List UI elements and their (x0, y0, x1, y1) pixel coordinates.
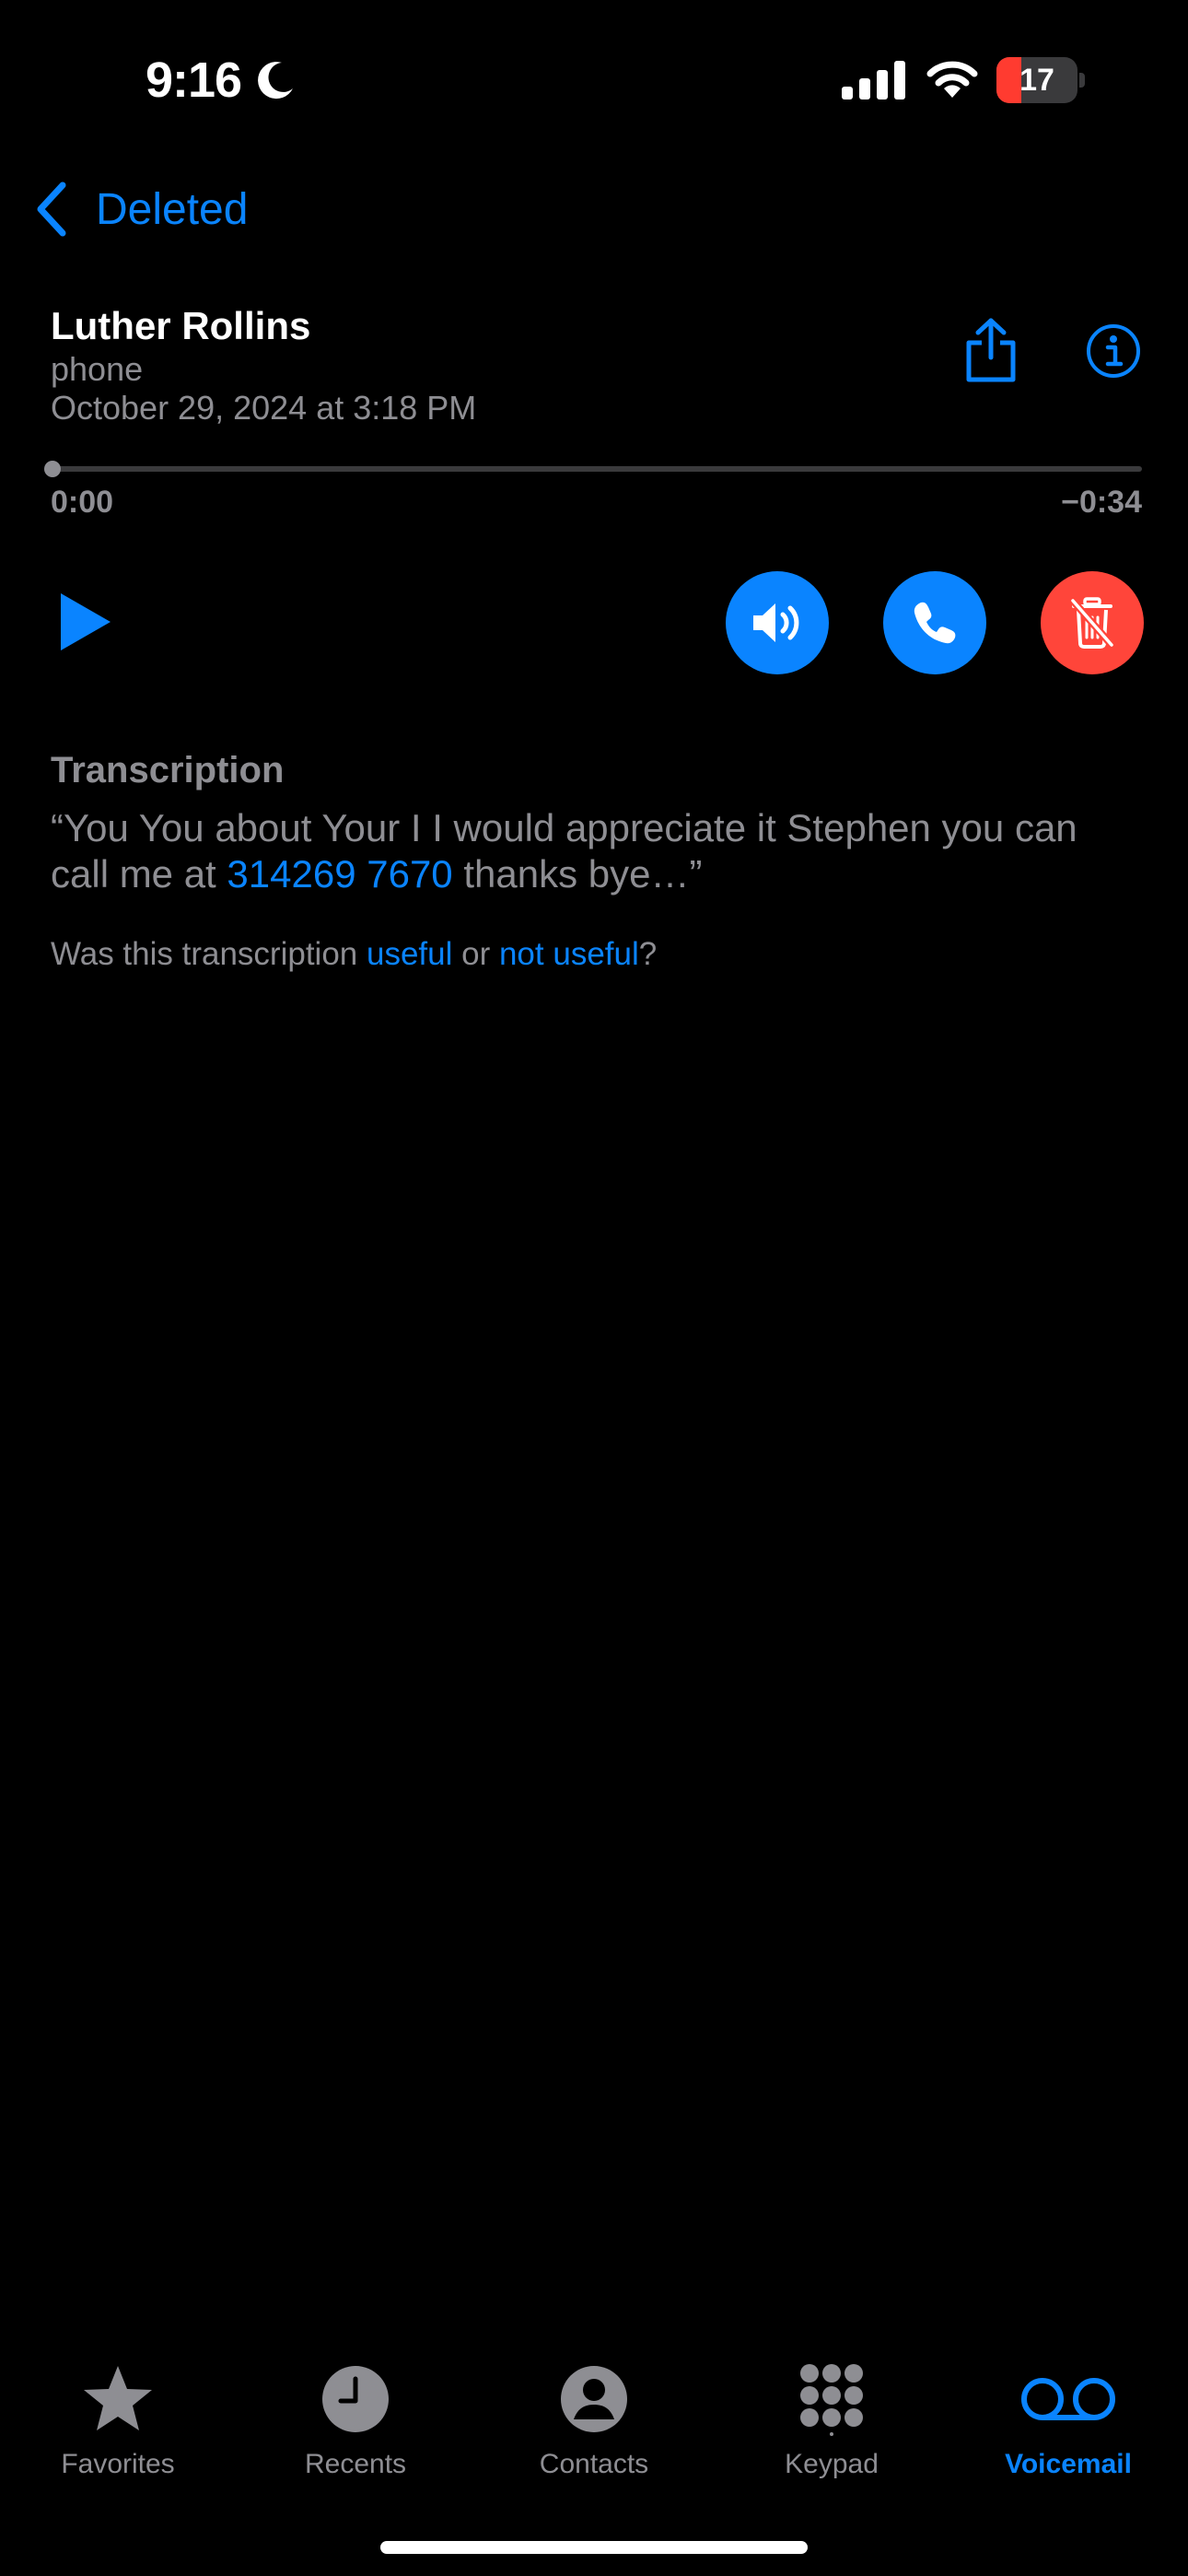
home-indicator[interactable] (380, 2541, 808, 2554)
feedback-useful-link[interactable]: useful (367, 936, 452, 972)
back-label: Deleted (96, 184, 249, 234)
tab-recents[interactable]: Recents (254, 2340, 457, 2480)
speaker-button[interactable] (726, 571, 829, 674)
battery-level: 17 (1019, 63, 1054, 98)
speaker-icon (753, 603, 799, 642)
elapsed-time: 0:00 (51, 485, 114, 520)
tab-contacts[interactable]: Contacts (493, 2340, 695, 2480)
share-icon[interactable] (961, 317, 1020, 383)
tab-keypad[interactable]: Keypad (730, 2340, 933, 2480)
tab-favorites-label: Favorites (61, 2449, 175, 2479)
wifi-icon (926, 61, 978, 98)
play-icon[interactable] (55, 590, 114, 654)
feedback-or: or (452, 936, 499, 972)
star-icon (84, 2366, 152, 2430)
battery-indicator: 17 (996, 57, 1085, 103)
feedback-suffix: ? (638, 936, 658, 972)
person-circle-icon (561, 2366, 627, 2432)
phone-icon (914, 602, 956, 644)
scrubber-knob[interactable] (44, 461, 61, 477)
cellular-signal-icon (842, 61, 905, 100)
back-button[interactable]: Deleted (33, 179, 248, 240)
tab-voicemail[interactable]: Voicemail (967, 2340, 1170, 2480)
chevron-left-icon (37, 181, 66, 237)
tab-contacts-label: Contacts (539, 2449, 649, 2479)
info-icon[interactable] (1085, 322, 1142, 380)
transcription-heading: Transcription (51, 750, 285, 790)
playback-scrubber[interactable] (51, 466, 1142, 472)
tab-recents-label: Recents (304, 2449, 407, 2479)
feedback-not-useful-link[interactable]: not useful (499, 936, 639, 972)
caller-number-type: phone (51, 350, 144, 388)
transcription-text: “You You about Your I I would appreciate… (51, 805, 1147, 897)
trash-slash-icon (1069, 597, 1115, 649)
tab-voicemail-label: Voicemail (1005, 2449, 1132, 2479)
tab-favorites[interactable]: Favorites (17, 2340, 219, 2480)
remaining-time: −0:34 (1061, 485, 1142, 520)
transcription-phone-link[interactable]: 314269 7670 (227, 852, 452, 896)
clock-icon (322, 2366, 389, 2432)
keypad-icon (800, 2364, 863, 2436)
voicemail-icon (1021, 2378, 1115, 2420)
moon-icon (258, 62, 293, 100)
tab-keypad-label: Keypad (785, 2449, 879, 2479)
transcription-text-end: thanks bye…” (452, 852, 703, 896)
status-bar: 9:16 17 (0, 0, 1188, 147)
caller-name: Luther Rollins (51, 304, 311, 347)
transcription-feedback: Was this transcription useful or not use… (51, 936, 657, 973)
status-time: 9:16 (146, 53, 242, 108)
delete-button[interactable] (1041, 571, 1144, 674)
feedback-prefix: Was this transcription (51, 936, 367, 972)
call-back-button[interactable] (883, 571, 986, 674)
voicemail-detail-screen: 9:16 17 Deleted Luther Rollins phone Oct… (0, 0, 1188, 2576)
voicemail-date: October 29, 2024 at 3:18 PM (51, 389, 477, 427)
